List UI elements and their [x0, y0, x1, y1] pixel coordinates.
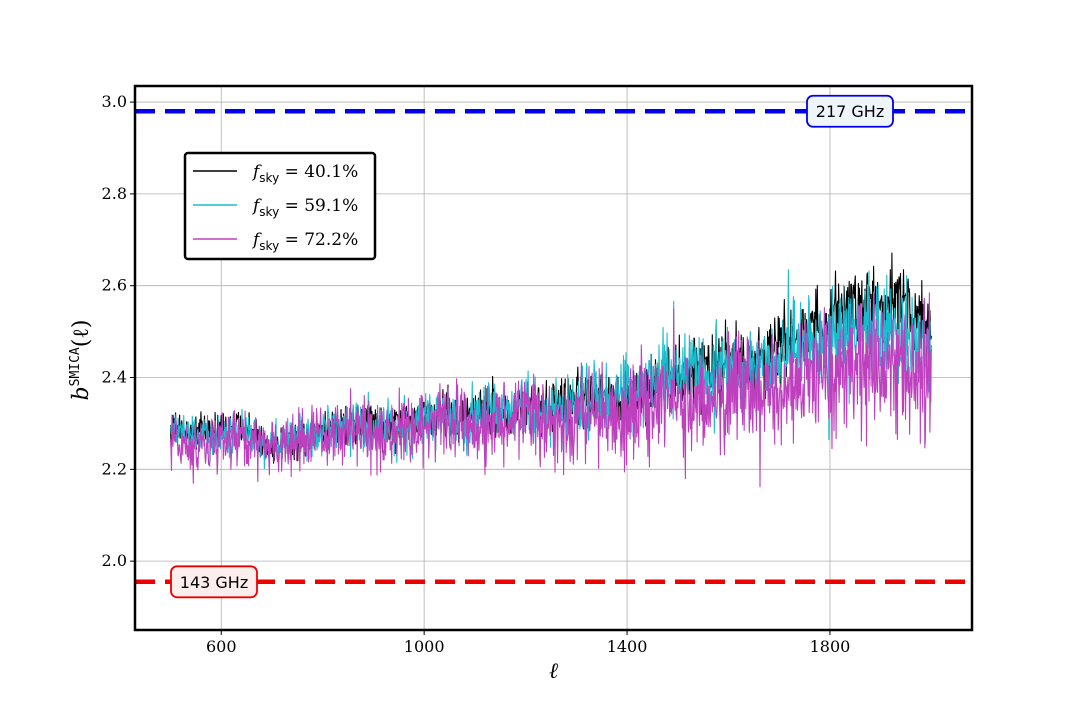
legend-label-tail: = 72.2%	[279, 230, 358, 250]
y-tick-label: 2.0	[102, 551, 127, 570]
legend-label-subscript: sky	[259, 171, 279, 185]
x-tick-label: 1000	[404, 637, 445, 656]
reference-label: 143 GHz	[180, 573, 248, 592]
legend-label-tail: = 59.1%	[279, 196, 358, 216]
x-tick-label: 600	[206, 637, 237, 656]
x-tick-label: 1800	[810, 637, 851, 656]
x-tick-label: 1400	[607, 637, 648, 656]
y-tick-label: 2.8	[102, 184, 127, 203]
y-axis-label-main: b	[69, 386, 94, 400]
legend-label-tail: = 40.1%	[279, 162, 358, 182]
y-axis-label-superscript: SMICA	[68, 347, 83, 386]
legend: fsky = 40.1%fsky = 59.1%fsky = 72.2%	[183, 151, 377, 261]
y-tick-label: 3.0	[102, 92, 127, 111]
series-layer	[169, 252, 932, 488]
y-axis-label-tail: (ℓ)	[69, 320, 94, 348]
reference-label: 217 GHz	[816, 102, 884, 121]
legend-label-subscript: sky	[259, 239, 279, 253]
y-tick-label: 2.2	[102, 459, 127, 478]
y-tick-label: 2.4	[102, 368, 127, 387]
y-axis-label: bSMICA(ℓ)	[68, 320, 94, 401]
legend-label-subscript: sky	[259, 205, 279, 219]
y-tick-label: 2.6	[102, 276, 127, 295]
x-axis-label: ℓ	[549, 659, 559, 684]
chart: 217 GHz 143 GHz 600 1000 1400 1800 2.0 2.2 2.4 2…	[68, 84, 974, 684]
